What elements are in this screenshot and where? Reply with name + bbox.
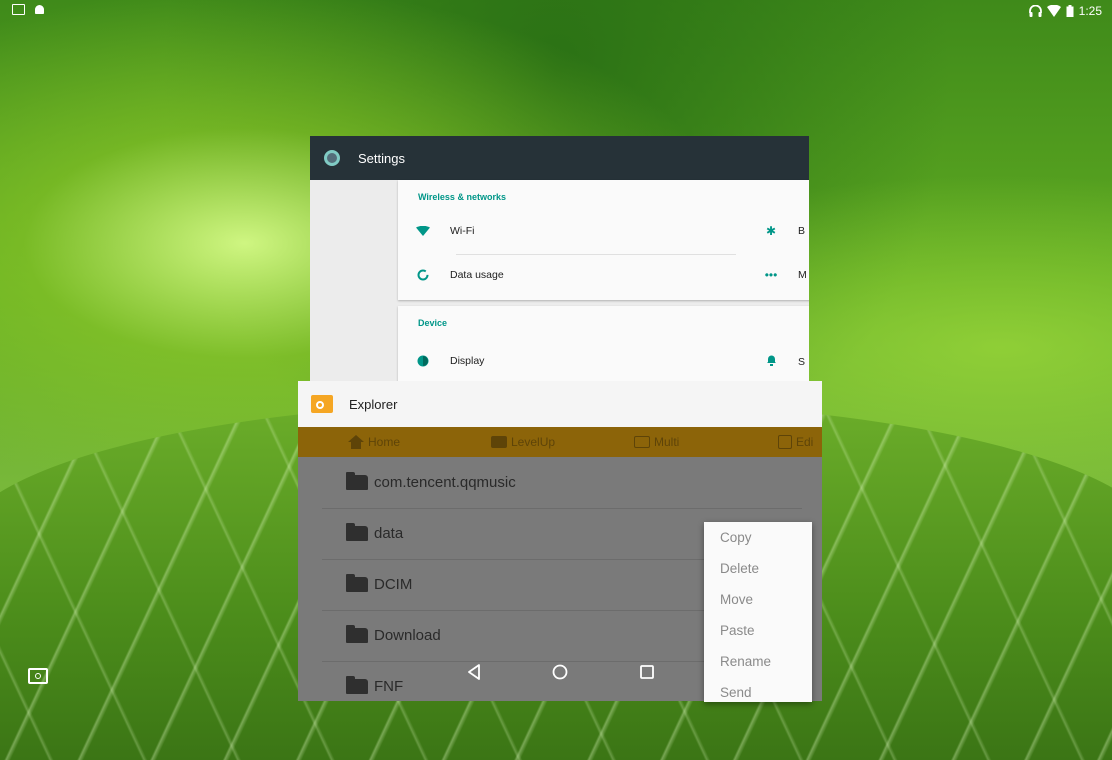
settings-item-data-usage[interactable]: Data usage [416, 268, 504, 282]
wireless-networks-panel: Wireless & networks Wi-Fi Data usage ✱ B… [398, 180, 809, 300]
menu-item-delete[interactable]: Delete [704, 553, 812, 584]
toolbar-edit-label: Edi [796, 435, 814, 449]
screenshot-icon [12, 4, 25, 15]
battery-icon [1066, 5, 1074, 17]
settings-card-title: Settings [358, 150, 405, 166]
settings-gear-icon [324, 150, 340, 166]
settings-recent-card[interactable]: Settings Wireless & networks Wi-Fi Data … [310, 136, 809, 386]
toolbar-multi-button[interactable]: Multi [634, 435, 679, 449]
settings-item-label: S [798, 355, 806, 368]
settings-card-header[interactable]: Settings [310, 136, 809, 180]
explorer-card-header[interactable]: Explorer [298, 381, 822, 427]
menu-item-move[interactable]: Move [704, 584, 812, 615]
menu-item-paste[interactable]: Paste [704, 615, 812, 646]
folder-icon [346, 574, 368, 592]
settings-item-label: Data usage [450, 269, 504, 281]
back-icon [468, 664, 480, 680]
headset-icon [1028, 5, 1042, 17]
toolbar-home-label: Home [368, 435, 401, 449]
more-icon: ••• [764, 268, 778, 282]
menu-item-copy[interactable]: Copy [704, 522, 812, 553]
data-usage-icon [416, 268, 430, 282]
display-icon [416, 354, 430, 368]
explorer-card-title: Explorer [349, 396, 398, 412]
wifi-icon [416, 224, 430, 238]
settings-item-label: Display [450, 355, 485, 367]
explorer-app-icon [311, 395, 333, 413]
wifi-icon [1046, 5, 1061, 17]
status-bar: 1:25 [0, 0, 1112, 22]
folder-icon [346, 625, 368, 643]
recents-icon [640, 665, 654, 679]
edit-icon [778, 435, 792, 449]
notification-icon [764, 354, 778, 369]
settings-item-more[interactable]: ••• M [764, 268, 807, 282]
section-header: Device [418, 318, 448, 328]
navigation-bar [0, 645, 1112, 695]
toolbar-home-button[interactable]: Home [348, 435, 400, 449]
file-name: data [374, 525, 404, 542]
divider [456, 254, 736, 255]
toolbar-multi-label: Multi [654, 435, 680, 449]
file-row[interactable]: com.tencent.qqmusic [322, 457, 802, 509]
settings-item-label: Wi-Fi [450, 225, 475, 237]
settings-item-label: B [798, 225, 806, 237]
explorer-toolbar: Home LevelUp Multi Edi [298, 427, 822, 457]
screenshot-camera-icon[interactable] [28, 668, 48, 684]
home-circle-icon [552, 664, 568, 680]
toolbar-levelup-label: LevelUp [511, 435, 556, 449]
settings-item-bluetooth[interactable]: ✱ B [764, 224, 805, 238]
folder-icon [346, 472, 368, 490]
multi-icon [634, 436, 650, 448]
levelup-icon [491, 436, 507, 448]
file-name: DCIM [374, 576, 413, 593]
section-header: Wireless & networks [418, 192, 506, 202]
file-name: com.tencent.qqmusic [374, 474, 516, 491]
settings-item-display[interactable]: Display [416, 354, 484, 368]
file-name: Download [374, 627, 441, 644]
bluetooth-icon: ✱ [765, 224, 777, 238]
back-button[interactable] [464, 662, 484, 682]
home-icon [348, 435, 364, 449]
android-icon [35, 5, 44, 14]
toolbar-edit-button[interactable]: Edi [778, 435, 813, 449]
toolbar-levelup-button[interactable]: LevelUp [491, 435, 555, 449]
settings-item-wifi[interactable]: Wi-Fi [416, 224, 475, 238]
recents-button[interactable] [637, 662, 657, 682]
settings-item-label: M [798, 269, 807, 281]
folder-icon [346, 523, 368, 541]
settings-item-sound[interactable]: S [764, 354, 805, 369]
clock: 1:25 [1078, 4, 1102, 18]
home-button[interactable] [550, 662, 570, 682]
device-panel: Device Display S [398, 306, 809, 386]
